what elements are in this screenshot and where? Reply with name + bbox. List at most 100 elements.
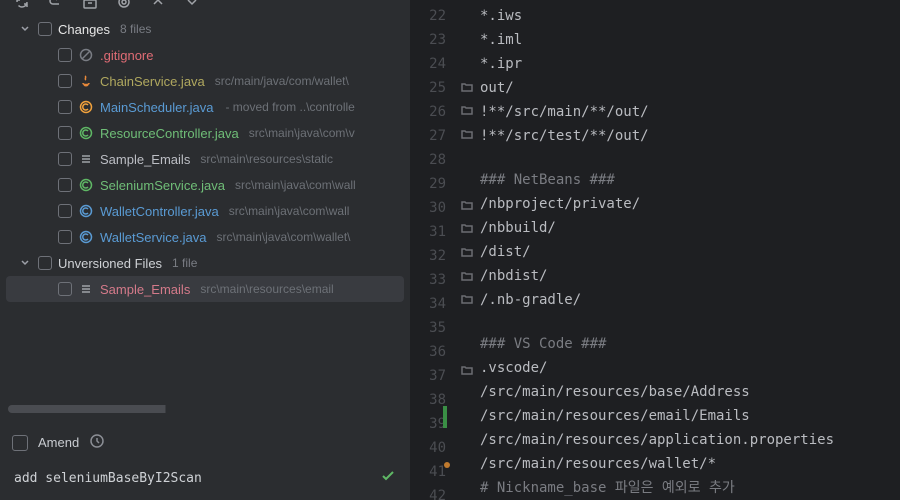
line-number: 30 bbox=[410, 196, 446, 220]
code-line[interactable]: /src/main/resources/base/Address bbox=[480, 380, 900, 404]
line-number: 38 bbox=[410, 388, 446, 412]
commit-message-row: add seleniumBaseByI2Scan bbox=[0, 462, 410, 500]
file-checkbox[interactable] bbox=[58, 74, 72, 88]
file-path: src\main\resources\static bbox=[200, 152, 333, 166]
line-number: 22 bbox=[410, 4, 446, 28]
editor[interactable]: 2223242526272829303132333435363738394041… bbox=[410, 0, 900, 500]
chevron-up-icon[interactable] bbox=[150, 0, 166, 10]
file-path: src/main/java/com/wallet\ bbox=[215, 74, 349, 88]
line-number: 36 bbox=[410, 340, 446, 364]
line-number: 28 bbox=[410, 148, 446, 172]
change-marker-added bbox=[443, 406, 447, 428]
code-line[interactable]: *.ipr bbox=[480, 52, 900, 76]
changes-checkbox[interactable] bbox=[38, 22, 52, 36]
code-line[interactable] bbox=[480, 148, 900, 168]
vcs-panel: Changes 8 files .gitignoreChainService.j… bbox=[0, 0, 410, 500]
file-path: src\main\java\com\wall bbox=[229, 204, 350, 218]
file-checkbox[interactable] bbox=[58, 152, 72, 166]
code-line[interactable]: out/ bbox=[480, 76, 900, 100]
line-number: 34 bbox=[410, 292, 446, 316]
file-name: Sample_Emails bbox=[100, 152, 190, 167]
file-name: Sample_Emails bbox=[100, 282, 190, 297]
text-file-icon bbox=[78, 151, 94, 167]
code-line[interactable]: !**/src/main/**/out/ bbox=[480, 100, 900, 124]
file-name: WalletController.java bbox=[100, 204, 219, 219]
shelve-icon[interactable] bbox=[82, 0, 98, 10]
file-checkbox[interactable] bbox=[58, 230, 72, 244]
file-item[interactable]: MainScheduler.java- moved from ..\contro… bbox=[0, 94, 410, 120]
file-checkbox[interactable] bbox=[58, 282, 72, 296]
code-line[interactable]: *.iml bbox=[480, 28, 900, 52]
code-content[interactable]: *.iws*.iml*.iprout/!**/src/main/**/out/!… bbox=[480, 0, 900, 500]
folder-icon bbox=[460, 193, 474, 217]
code-line[interactable]: /.nb-gradle/ bbox=[480, 288, 900, 312]
line-numbers: 2223242526272829303132333435363738394041… bbox=[410, 0, 454, 500]
file-item[interactable]: Sample_Emailssrc\main\resources\email bbox=[6, 276, 404, 302]
class-icon bbox=[78, 99, 94, 115]
class-icon bbox=[78, 203, 94, 219]
changes-count: 8 files bbox=[120, 22, 151, 36]
code-line[interactable]: /src/main/resources/email/Emails bbox=[480, 404, 900, 428]
file-checkbox[interactable] bbox=[58, 126, 72, 140]
code-line[interactable]: .vscode/ bbox=[480, 356, 900, 380]
vcs-toolbar bbox=[0, 0, 410, 10]
code-line[interactable]: /nbproject/private/ bbox=[480, 192, 900, 216]
file-item[interactable]: ResourceController.javasrc\main\java\com… bbox=[0, 120, 410, 146]
refresh-icon[interactable] bbox=[14, 0, 30, 10]
line-number: 42 bbox=[410, 484, 446, 500]
code-line[interactable] bbox=[480, 312, 900, 332]
changes-group[interactable]: Changes 8 files bbox=[0, 16, 410, 42]
code-line[interactable]: /nbdist/ bbox=[480, 264, 900, 288]
file-item[interactable]: SeleniumService.javasrc\main\java\com\wa… bbox=[0, 172, 410, 198]
line-number: 41 bbox=[410, 460, 446, 484]
code-line[interactable]: /src/main/resources/application.properti… bbox=[480, 428, 900, 452]
commit-message-input[interactable]: add seleniumBaseByI2Scan bbox=[14, 471, 202, 486]
file-item[interactable]: WalletController.java src\main\java\com\w… bbox=[0, 198, 410, 224]
file-item[interactable]: ChainService.javasrc/main/java/com/walle… bbox=[0, 68, 410, 94]
file-checkbox[interactable] bbox=[58, 100, 72, 114]
horizontal-scrollbar[interactable] bbox=[8, 405, 402, 413]
chevron-down-icon bbox=[18, 256, 32, 270]
folder-icon bbox=[460, 99, 474, 123]
folder-icon bbox=[460, 217, 474, 241]
amend-checkbox[interactable] bbox=[12, 435, 28, 451]
code-line[interactable]: ### VS Code ### bbox=[480, 332, 900, 356]
code-line[interactable]: *.iws bbox=[480, 4, 900, 28]
file-hint: - moved from ..\controlle bbox=[225, 100, 354, 114]
line-number: 25 bbox=[410, 76, 446, 100]
history-icon[interactable] bbox=[89, 433, 105, 452]
code-line[interactable]: ### NetBeans ### bbox=[480, 168, 900, 192]
java-icon bbox=[78, 73, 94, 89]
code-line[interactable]: # Nickname_base 파일은 예외로 추가 bbox=[480, 476, 900, 500]
file-checkbox[interactable] bbox=[58, 178, 72, 192]
file-path: src\main\java\com\wall bbox=[235, 178, 356, 192]
code-line[interactable]: /nbbuild/ bbox=[480, 216, 900, 240]
folder-icon bbox=[460, 288, 474, 312]
class-icon bbox=[78, 177, 94, 193]
line-number: 40 bbox=[410, 436, 446, 460]
file-checkbox[interactable] bbox=[58, 204, 72, 218]
amend-label: Amend bbox=[38, 435, 79, 450]
line-number: 23 bbox=[410, 28, 446, 52]
code-line[interactable]: /src/main/resources/wallet/* bbox=[480, 452, 900, 476]
text-file-icon bbox=[78, 281, 94, 297]
file-item[interactable]: Sample_Emails src\main\resources\static bbox=[0, 146, 410, 172]
code-line[interactable]: !**/src/test/**/out/ bbox=[480, 124, 900, 148]
unversioned-label: Unversioned Files bbox=[58, 256, 162, 271]
show-diff-icon[interactable] bbox=[116, 0, 132, 10]
unversioned-checkbox[interactable] bbox=[38, 256, 52, 270]
line-number: 37 bbox=[410, 364, 446, 388]
revert-icon[interactable] bbox=[48, 0, 64, 10]
unversioned-group[interactable]: Unversioned Files 1 file bbox=[0, 250, 410, 276]
line-number: 27 bbox=[410, 124, 446, 148]
file-item[interactable]: WalletService.javasrc\main\java\com\wall… bbox=[0, 224, 410, 250]
file-name: WalletService.java bbox=[100, 230, 206, 245]
line-number: 24 bbox=[410, 52, 446, 76]
code-line[interactable]: /dist/ bbox=[480, 240, 900, 264]
unversioned-count: 1 file bbox=[172, 256, 197, 270]
changes-label: Changes bbox=[58, 22, 110, 37]
chevron-down-icon[interactable] bbox=[184, 0, 200, 10]
file-checkbox[interactable] bbox=[58, 48, 72, 62]
file-item[interactable]: .gitignore bbox=[0, 42, 410, 68]
folder-icon bbox=[460, 122, 474, 146]
